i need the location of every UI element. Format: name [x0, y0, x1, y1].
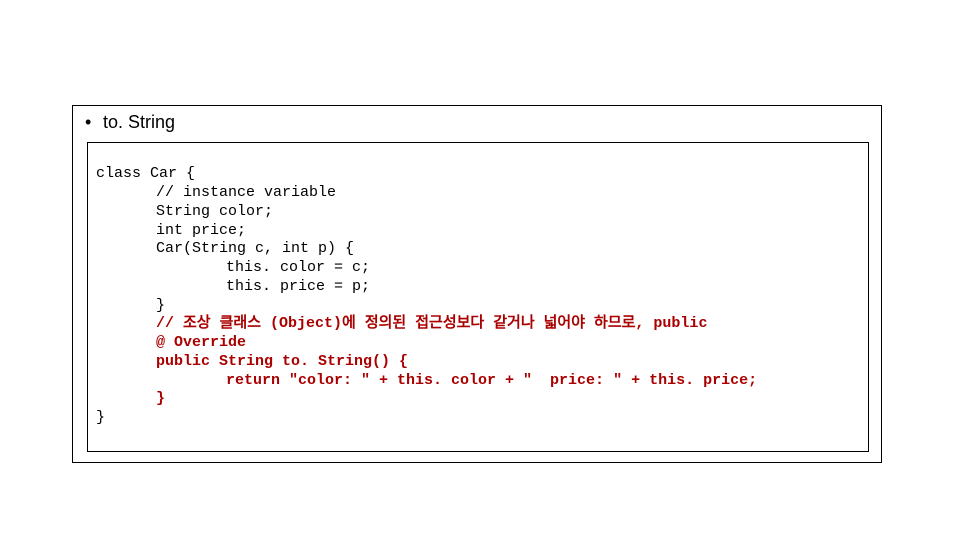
- bullet-icon: •: [85, 112, 103, 134]
- code-line: // instance variable: [156, 184, 336, 201]
- code-line: String color;: [156, 203, 273, 220]
- code-line: int price;: [156, 222, 246, 239]
- code-line-highlight: }: [156, 390, 165, 407]
- code-line-highlight: return "color: " + this. color + " price…: [226, 372, 757, 389]
- slide-container: • to. String class Car { // instance var…: [72, 105, 882, 463]
- code-line-highlight: // 조상 클래스 (Object)에 정의된 접근성보다 같거나 넓어야 하므…: [156, 315, 707, 332]
- heading-text: to. String: [103, 112, 175, 134]
- code-line: this. price = p;: [226, 278, 370, 295]
- code-line-highlight: public String to. String() {: [156, 353, 408, 370]
- code-line: Car(String c, int p) {: [156, 240, 354, 257]
- code-line-highlight: @ Override: [156, 334, 246, 351]
- code-line: }: [156, 297, 165, 314]
- code-line: this. color = c;: [226, 259, 370, 276]
- code-line: }: [96, 409, 105, 426]
- code-block: class Car { // instance variable String …: [87, 142, 869, 452]
- code-line: class Car {: [96, 165, 195, 182]
- bullet-heading: • to. String: [85, 112, 869, 134]
